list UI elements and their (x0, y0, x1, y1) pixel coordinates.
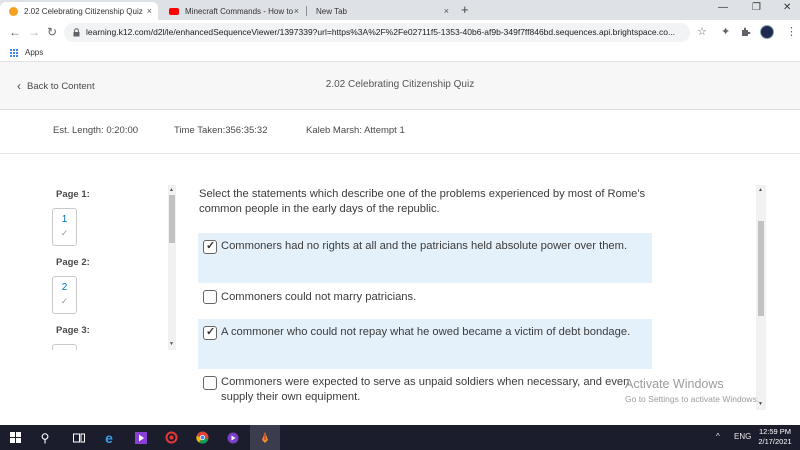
system-clock[interactable]: 12:59 PM 2/17/2021 (752, 427, 798, 447)
active-pen-app[interactable] (250, 425, 280, 450)
answer-option-4[interactable]: Commoners were expected to serve as unpa… (198, 369, 652, 409)
tab-title: New Tab (316, 6, 347, 16)
quiz-header: ‹ Back to Content 2.02 Celebrating Citiz… (0, 62, 800, 110)
page-title: 2.02 Celebrating Citizenship Quiz (325, 79, 475, 90)
tab-new-tab[interactable]: New Tab × (307, 2, 455, 20)
answer-checkbox[interactable] (203, 290, 217, 304)
tab-close-icon[interactable]: × (444, 6, 449, 16)
back-arrow-icon[interactable]: ← (9, 25, 21, 39)
tab-minecraft-commands[interactable]: Minecraft Commands - How to # × (160, 2, 305, 20)
k12-favicon-icon (9, 6, 18, 16)
restore-icon[interactable]: ❐ (752, 2, 761, 13)
windows-taskbar: ⚲ e ^ ENG 12:59 PM 2/17/2021 (0, 425, 800, 450)
scrollbar-thumb[interactable] (169, 195, 175, 243)
browser-tab-strip: 2.02 Celebrating Citizenship Quiz × Mine… (0, 0, 800, 20)
power-automate-app[interactable] (126, 425, 156, 450)
page-2-label: Page 2: (56, 257, 90, 268)
task-view-icon (73, 433, 85, 442)
address-bar[interactable]: learning.k12.com/d2l/le/enhancedSequence… (64, 23, 690, 42)
est-length: Est. Length: 0:20:00 (53, 125, 139, 136)
checkmark-icon: ✓ (60, 228, 69, 238)
red-ring-app[interactable] (156, 425, 186, 450)
answer-text: Commoners could not marry patricians. (221, 291, 417, 303)
apps-grid-icon[interactable] (10, 49, 18, 57)
close-window-icon[interactable]: ✕ (783, 2, 791, 13)
attempt-label: Kaleb Marsh: Attempt 1 (306, 125, 405, 136)
tray-overflow-chevron-icon[interactable]: ^ (716, 432, 720, 441)
page-3-label: Page 3: (56, 325, 90, 336)
answer-checkbox[interactable] (203, 376, 217, 390)
minimize-icon[interactable]: — (718, 2, 728, 13)
page-list-scrollbar[interactable]: ▲ ▼ (168, 185, 176, 350)
lock-icon (73, 28, 80, 37)
tab-celebrating-citizenship-quiz[interactable]: 2.02 Celebrating Citizenship Quiz × (0, 2, 158, 20)
scroll-down-icon[interactable]: ▼ (169, 341, 174, 347)
activate-windows-watermark: Activate Windows (625, 377, 724, 391)
forward-arrow-icon[interactable]: → (28, 25, 40, 39)
media-player-app[interactable] (218, 425, 248, 450)
scroll-up-icon[interactable]: ▲ (169, 187, 174, 193)
bookmark-star-icon[interactable]: ☆ (697, 26, 707, 38)
task-view-button[interactable] (64, 425, 94, 450)
activate-windows-hint: Go to Settings to activate Windows. (625, 394, 760, 404)
taskbar-search-button[interactable]: ⚲ (30, 425, 60, 450)
browser-toolbar: ← → ↻ learning.k12.com/d2l/le/enhancedSe… (0, 20, 800, 45)
scrollbar-thumb[interactable] (758, 221, 764, 316)
clock-date: 2/17/2021 (758, 437, 792, 446)
answer-text: Commoners had no rights at all and the p… (221, 240, 628, 252)
chrome-app[interactable] (187, 425, 217, 450)
bookmarks-bar: Apps (0, 45, 800, 62)
reload-icon[interactable]: ↻ (47, 25, 57, 39)
answer-checkbox[interactable]: ✓ (203, 326, 217, 340)
scroll-up-icon[interactable]: ▲ (758, 187, 763, 193)
page-1-button[interactable]: 1 ✓ (52, 208, 77, 246)
tab-close-icon[interactable]: × (147, 6, 152, 16)
checkmark-icon: ✓ (206, 326, 216, 338)
question-prompt: Select the statements which describe one… (199, 188, 646, 215)
pen-tool-icon (262, 432, 268, 443)
tab-title: 2.02 Celebrating Citizenship Quiz (24, 6, 143, 16)
apps-bookmark[interactable]: Apps (25, 48, 43, 57)
red-circle-icon (165, 431, 177, 444)
page-1-label: Page 1: (56, 189, 90, 200)
profile-avatar[interactable] (760, 25, 774, 39)
extension-icon[interactable]: ✦ (721, 26, 730, 38)
page-2-button[interactable]: 2 ✓ (52, 276, 77, 314)
edge-legacy-app[interactable]: e (94, 425, 124, 450)
answer-checkbox[interactable]: ✓ (203, 240, 217, 254)
tab-title: Minecraft Commands - How to # (185, 6, 295, 16)
puzzle-extensions-icon[interactable] (740, 26, 752, 38)
checkmark-icon: ✓ (60, 296, 69, 306)
media-play-icon (227, 432, 239, 443)
windows-logo-icon (9, 432, 21, 443)
search-icon: ⚲ (40, 430, 50, 445)
content-scrollbar[interactable]: ▲ ▼ (756, 185, 766, 410)
browser-menu-icon[interactable]: ⋮ (786, 26, 797, 38)
play-arrow-icon (135, 431, 147, 444)
start-button[interactable] (0, 425, 30, 450)
page-3-button[interactable] (52, 344, 77, 350)
page-number: 2 (61, 282, 68, 293)
chrome-icon (195, 431, 208, 444)
answer-option-3[interactable]: ✓ A commoner who could not repay what he… (198, 319, 652, 369)
new-tab-button[interactable]: + (461, 3, 469, 17)
time-taken: Time Taken:356:35:32 (174, 125, 268, 136)
answer-text: A commoner who could not repay what he o… (221, 326, 631, 338)
tab-close-icon[interactable]: × (294, 6, 299, 16)
language-indicator[interactable]: ENG (734, 432, 751, 441)
page-navigator: Page 1: 1 ✓ Page 2: 2 ✓ Page 3: ▲ ▼ (0, 185, 181, 350)
checkmark-icon: ✓ (206, 240, 216, 252)
clock-time: 12:59 PM (758, 427, 792, 436)
answer-option-1[interactable]: ✓ Commoners had no rights at all and the… (198, 233, 652, 283)
page-number: 1 (61, 214, 68, 225)
edge-icon: e (105, 429, 113, 446)
answer-text: Commoners were expected to serve as unpa… (221, 376, 630, 403)
url-text: learning.k12.com/d2l/le/enhancedSequence… (86, 27, 676, 37)
youtube-favicon-icon (169, 7, 179, 15)
quiz-info-bar: Est. Length: 0:20:00 Time Taken:356:35:3… (0, 110, 800, 154)
answer-option-2[interactable]: Commoners could not marry patricians. (198, 283, 652, 313)
